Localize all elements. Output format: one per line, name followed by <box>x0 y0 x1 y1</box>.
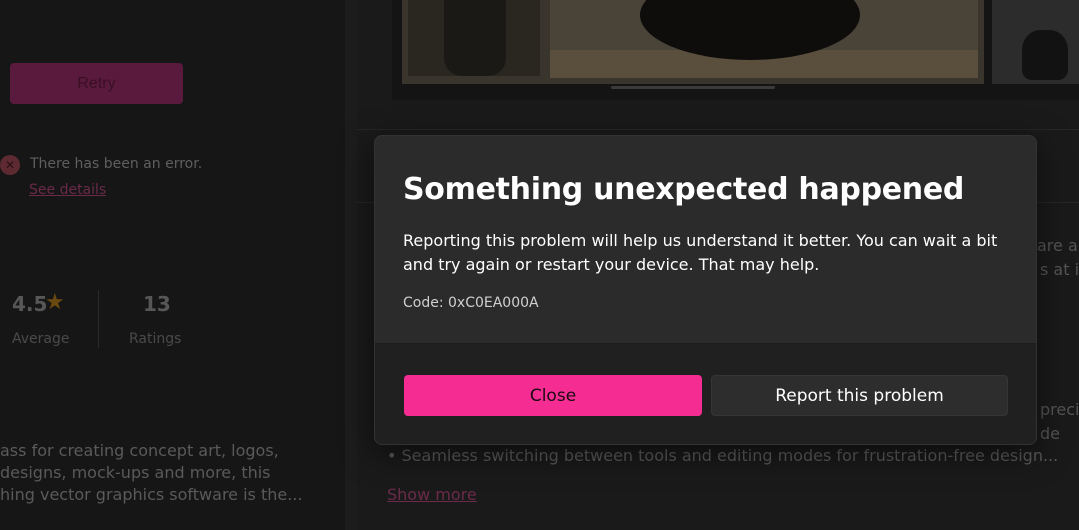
see-details-link[interactable]: See details <box>29 182 106 198</box>
retry-button[interactable]: Retry <box>10 63 183 104</box>
average-rating-label: Average <box>12 331 70 347</box>
description-fragment: de <box>1040 424 1060 443</box>
error-message: There has been an error. <box>30 156 203 172</box>
description-line: designs, mock-ups and more, this <box>0 463 271 482</box>
rating-divider <box>98 290 99 348</box>
description-fragment: are ar <box>1037 236 1079 255</box>
description-fragment: preci <box>1040 400 1079 419</box>
error-dialog: Something unexpected happened Reporting … <box>374 135 1037 445</box>
screenshot-scrollbar[interactable] <box>611 86 775 89</box>
left-pane: Retry ✕ There has been an error. See det… <box>0 0 345 530</box>
error-icon: ✕ <box>0 155 20 175</box>
ratings-count-label: Ratings <box>129 331 182 347</box>
ratings-count-value: 13 <box>143 292 171 316</box>
dialog-footer: Close Report this problem <box>375 343 1036 444</box>
screenshot-thumbnail[interactable] <box>402 0 984 84</box>
description-fragment: s at its <box>1040 260 1079 279</box>
average-rating-value: 4.5 <box>12 292 48 316</box>
dialog-message: Reporting this problem will help us unde… <box>403 231 998 274</box>
feature-bullet: • Seamless switching between tools and e… <box>387 446 1059 465</box>
divider <box>357 129 1079 130</box>
screenshot-thumbnail[interactable] <box>992 0 1079 84</box>
show-more-link[interactable]: Show more <box>387 485 477 504</box>
star-icon: ★ <box>45 290 65 315</box>
description-line: ass for creating concept art, logos, <box>0 441 279 460</box>
close-button[interactable]: Close <box>404 375 702 416</box>
dialog-title: Something unexpected happened <box>403 172 965 207</box>
description-left: ass for creating concept art, logos, des… <box>0 440 345 506</box>
error-code: Code: 0xC0EA000A <box>403 295 539 311</box>
store-page: Retry ✕ There has been an error. See det… <box>0 0 1079 530</box>
report-problem-button[interactable]: Report this problem <box>711 375 1008 416</box>
description-line: hing vector graphics software is the... <box>0 485 303 504</box>
